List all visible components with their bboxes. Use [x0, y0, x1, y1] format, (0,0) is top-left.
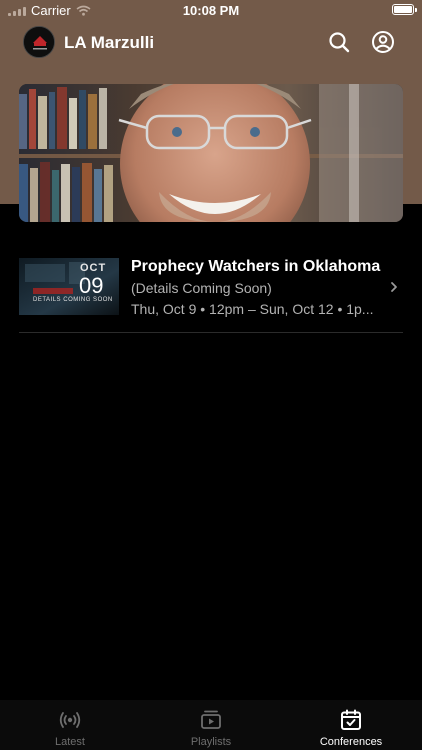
conference-subtitle: (Details Coming Soon) [131, 280, 272, 296]
conference-title: Prophecy Watchers in Oklahoma [131, 258, 381, 275]
list-divider [19, 332, 403, 333]
tab-playlists[interactable]: Playlists [151, 708, 271, 748]
status-bar: Carrier 10:08 PM [0, 0, 422, 22]
calendar-icon [341, 709, 361, 730]
tab-conferences-label: Conferences [319, 736, 383, 748]
host-portrait [19, 84, 403, 222]
conference-thumbnail: OCT 09 DETAILS COMING SOON [19, 258, 119, 315]
conference-item[interactable]: OCT 09 DETAILS COMING SOON Prophecy Watc… [0, 250, 422, 334]
hero-banner[interactable] [19, 84, 403, 222]
thumbnail-day: 09 [79, 273, 104, 298]
tab-latest[interactable]: Latest [10, 708, 130, 748]
app-header: LA Marzulli [0, 24, 422, 64]
page-title: LA Marzulli [64, 33, 155, 52]
tab-playlists-label: Playlists [190, 736, 232, 748]
tab-bar: Latest Playlists Conferences [0, 700, 422, 750]
broadcast-icon [59, 712, 81, 728]
channel-logo[interactable] [23, 26, 55, 58]
chevron-right-icon [391, 282, 397, 292]
conference-schedule: Thu, Oct 9 • 12pm – Sun, Oct 12 • 1p... [131, 301, 374, 317]
search-icon[interactable] [327, 30, 351, 54]
status-time: 10:08 PM [182, 3, 240, 18]
tab-latest-label: Latest [55, 736, 85, 748]
thumbnail-caption: DETAILS COMING SOON [33, 297, 113, 303]
tab-conferences[interactable]: Conferences [291, 708, 411, 748]
battery-icon [392, 4, 417, 15]
playlist-icon [201, 710, 221, 729]
profile-icon[interactable] [371, 30, 395, 54]
